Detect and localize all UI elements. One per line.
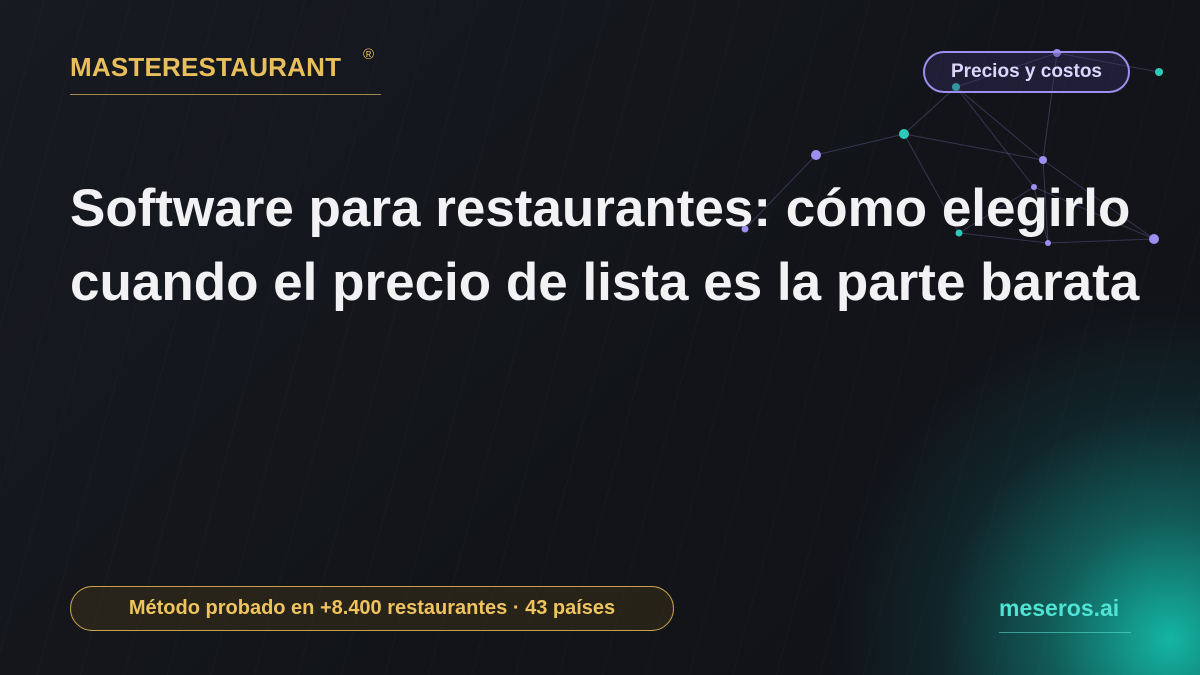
site-name: meseros.ai bbox=[999, 595, 1131, 633]
network-node bbox=[1149, 234, 1159, 244]
credibility-badge: Método probado en +8.400 restaurantes · … bbox=[70, 586, 674, 631]
brand-logo: MASTERESTAURANT ® bbox=[70, 46, 381, 95]
brand-name: MASTERESTAURANT bbox=[70, 52, 342, 82]
network-node bbox=[899, 129, 909, 139]
registered-mark: ® bbox=[363, 46, 375, 63]
network-node bbox=[1039, 156, 1047, 164]
category-pill: Precios y costos bbox=[923, 51, 1130, 93]
network-node bbox=[1155, 68, 1163, 76]
page-title: Software para restaurantes: cómo elegirl… bbox=[70, 179, 1140, 312]
network-graphic bbox=[741, 49, 1163, 246]
network-node bbox=[811, 150, 821, 160]
